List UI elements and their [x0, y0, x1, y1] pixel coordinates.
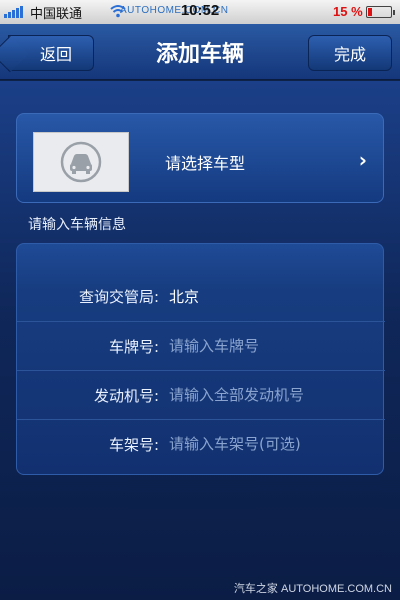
traffic-bureau-label: 查询交管局: — [78, 288, 159, 306]
vehicle-info-form: 查询交管局: 北京 车牌号: 发动机号: 车架号: — [16, 243, 385, 475]
traffic-bureau-value[interactable]: 北京 — [169, 286, 199, 307]
select-vehicle-label: 请选择车型 — [165, 154, 246, 173]
plate-number-input[interactable] — [169, 333, 369, 359]
form-row-engine-number: 发动机号: — [17, 370, 385, 419]
plate-number-label: 车牌号: — [108, 338, 159, 356]
page-title: 添加车辆 — [155, 42, 244, 67]
back-button-label: 返回 — [39, 45, 72, 64]
done-button[interactable]: 完成 — [308, 35, 392, 71]
navigation-bar: 返回 添加车辆 完成 — [0, 24, 400, 80]
footer-watermark: 汽车之家 AUTOHOME.COM.CN — [233, 583, 392, 595]
select-vehicle-model-row[interactable]: 请选择车型 › — [16, 113, 384, 203]
car-thumbnail — [33, 132, 129, 192]
battery-icon — [366, 6, 395, 18]
vin-number-label: 车架号: — [108, 436, 159, 454]
engine-number-input[interactable] — [169, 382, 369, 408]
engine-number-label: 发动机号: — [93, 387, 159, 405]
status-bar: 中国联通 AUTOHOME.COM.CN 10:52 15 % — [0, 0, 400, 24]
form-row-vin-number: 车架号: — [17, 419, 385, 468]
battery-percent: 15 % — [333, 4, 363, 19]
car-front-icon — [60, 141, 102, 183]
back-button[interactable]: 返回 — [8, 35, 94, 71]
form-row-traffic-bureau[interactable]: 查询交管局: 北京 — [17, 272, 385, 321]
done-button-label: 完成 — [333, 45, 366, 64]
chevron-right-icon: › — [358, 148, 367, 172]
vin-number-input[interactable] — [169, 431, 369, 457]
section-heading: 请输入车辆信息 — [28, 217, 126, 233]
main-content: 请选择车型 › 请输入车辆信息 查询交管局: 北京 车牌号: 发动机号: 车架号… — [0, 81, 400, 600]
form-row-plate-number: 车牌号: — [17, 321, 385, 370]
